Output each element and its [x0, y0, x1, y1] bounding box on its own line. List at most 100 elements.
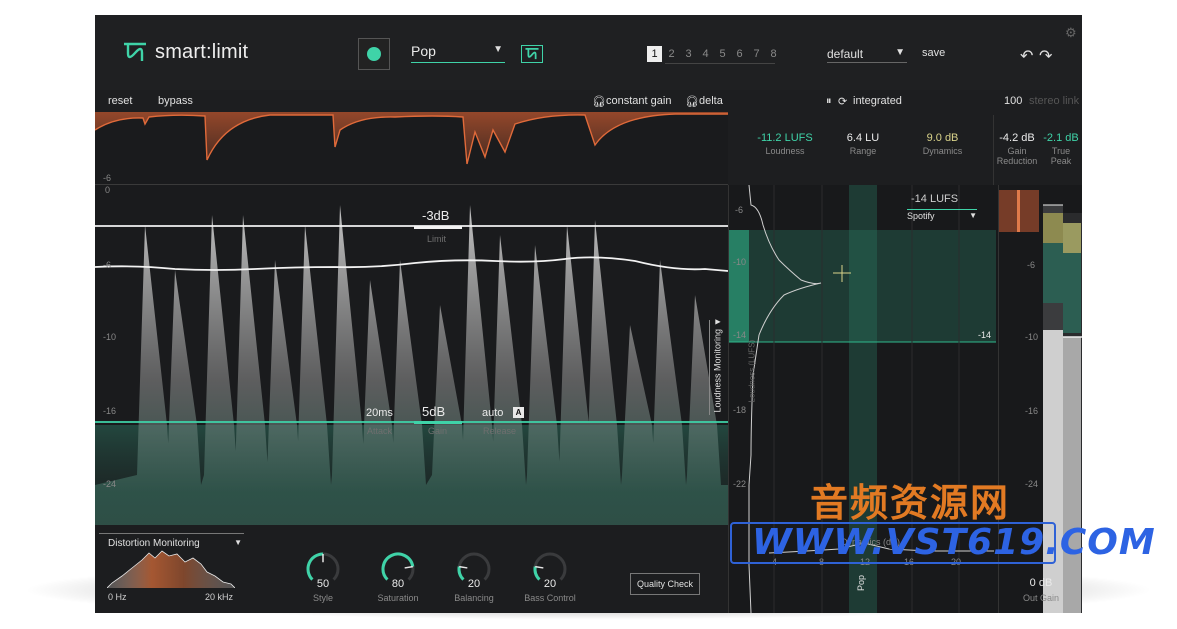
bass-control-label: Bass Control [524, 593, 576, 603]
limit-label: Limit [427, 234, 447, 244]
undo-icon[interactable]: ↶ [1020, 46, 1033, 66]
preset-slot-5[interactable]: 5 [715, 46, 730, 62]
metric-loudness-value: -11.2 LUFS [757, 132, 813, 144]
freq-high-label: 20 kHz [205, 592, 234, 602]
profile-learn-button[interactable] [521, 45, 543, 63]
metric-true-peak-value: -2.1 dB [1043, 132, 1079, 144]
limit-handle[interactable] [414, 226, 462, 229]
gain-reduction-curve [95, 112, 728, 165]
metric-gain-reduction-value: -4.2 dB [999, 132, 1035, 144]
metric-dynamics-label: Dynamics [922, 146, 963, 156]
power-button[interactable] [358, 38, 390, 70]
metric-range: 6.4 LU Range [828, 132, 898, 156]
preset-underline [665, 63, 775, 64]
stereo-link-label: stereo link [1029, 95, 1080, 107]
out-gain-label: Out Gain [1022, 593, 1060, 603]
preset-dropdown[interactable]: default ▼ [827, 47, 907, 63]
out-gain-value[interactable]: 0 dB [999, 577, 1082, 589]
metric-range-label: Range [849, 146, 877, 156]
loud-scale-22: -22 [733, 479, 747, 489]
chevron-down-icon: ▼ [493, 44, 503, 55]
profile-dropdown[interactable]: Pop ▼ [411, 43, 505, 63]
waveform-graph [95, 205, 729, 525]
release-auto-badge[interactable]: A [513, 407, 524, 418]
limit-value[interactable]: -3dB [422, 208, 449, 223]
preset-slot-4[interactable]: 4 [698, 46, 713, 62]
attack-label: Attack [367, 426, 393, 436]
wave-scale-24: -24 [103, 479, 117, 489]
metric-true-peak: -2.1 dB True Peak [1040, 132, 1082, 166]
saturation-label: Saturation [377, 593, 419, 603]
style-value: 50 [316, 578, 330, 590]
target-underline [907, 209, 977, 210]
pause-icon[interactable]: ⏸ [826, 95, 832, 108]
power-indicator-icon [367, 47, 381, 61]
metric-loudness-label: Loudness [765, 146, 805, 156]
save-button[interactable]: save [922, 47, 945, 59]
wave-scale-16: -16 [103, 406, 117, 416]
redo-icon[interactable]: ↷ [1039, 46, 1052, 66]
wave-scale-6: -6 [103, 260, 112, 270]
release-label: Release [483, 426, 517, 436]
metric-dynamics-value: 9.0 dB [926, 132, 959, 144]
metric-loudness: -11.2 LUFS Loudness [745, 132, 825, 156]
metric-gain-reduction: -4.2 dB Gain Reduction [994, 132, 1040, 166]
style-label: Style [312, 593, 333, 603]
target-marker-label: -14 [978, 330, 992, 340]
release-value[interactable]: auto [482, 407, 503, 419]
integrated-mode[interactable]: integrated [853, 95, 902, 107]
loud-scale-18: -18 [733, 405, 747, 415]
header-bar: smart:limit Pop ▼ 12345678 default ▼ sav… [95, 15, 1082, 90]
chevron-down-icon: ▼ [712, 317, 723, 327]
app-title: smart:limit [155, 41, 249, 63]
preset-slot-1[interactable]: 1 [647, 46, 662, 62]
quality-check-button[interactable]: Quality Check [630, 573, 700, 595]
preset-name: default [827, 47, 864, 61]
loudness-monitoring-tab[interactable]: Loudness Monitoring ▼ [709, 317, 723, 415]
preset-slot-2[interactable]: 2 [664, 46, 679, 62]
gain-reduction-history: -6 [95, 112, 728, 185]
genre-label: Pop [856, 575, 866, 592]
gain-label: Gain [428, 426, 448, 436]
constant-gain-toggle[interactable]: constant gain [606, 95, 671, 107]
preset-slot-8[interactable]: 8 [766, 46, 781, 62]
wave-scale-0: 0 [105, 185, 111, 195]
chevron-down-icon: ▼ [969, 211, 977, 220]
gain-value[interactable]: 5dB [422, 404, 445, 419]
gr-scale-label: -6 [103, 173, 112, 183]
loudness-monitoring-label: Loudness Monitoring [712, 328, 723, 413]
meter-scale-16: -16 [1025, 406, 1039, 416]
balancing-value: 20 [467, 578, 481, 590]
loudness-target-value[interactable]: -14 LUFS [911, 193, 958, 205]
reset-button[interactable]: reset [108, 95, 132, 107]
metric-gain-reduction-label: Gain Reduction [996, 146, 1038, 166]
platform-value: Spotify [907, 211, 935, 221]
meter-scale-6: -6 [1027, 260, 1036, 270]
metric-true-peak-label: True Peak [1050, 146, 1072, 166]
reset-loudness-icon[interactable]: ⟳ [838, 95, 847, 108]
gain-handle[interactable] [414, 421, 462, 424]
balancing-label: Balancing [454, 593, 494, 603]
preset-slot-3[interactable]: 3 [681, 46, 696, 62]
metric-range-value: 6.4 LU [846, 132, 880, 144]
loudness-axis-label: Loudness (LUFS) [747, 339, 757, 403]
profile-value: Pop [411, 43, 436, 59]
platform-dropdown[interactable]: Spotify ▼ [907, 211, 977, 221]
bypass-button[interactable]: bypass [158, 95, 193, 107]
freq-low-label: 0 Hz [108, 592, 127, 602]
sonible-logo-icon [124, 42, 146, 61]
distortion-spectrum [107, 550, 235, 588]
delta-toggle[interactable]: delta [699, 95, 723, 107]
headphones-icon: 🎧︎ [592, 96, 606, 108]
preset-slot-7[interactable]: 7 [749, 46, 764, 62]
metric-dynamics: 9.0 dB Dynamics [910, 132, 975, 156]
waveform-display[interactable]: 0 -6 -10 -16 -24 -3dB Limit 20ms Attack … [95, 185, 729, 525]
loud-scale-10: -10 [733, 257, 747, 267]
preset-slot-6[interactable]: 6 [732, 46, 747, 62]
meter-scale-24: -24 [1025, 479, 1039, 489]
watermark-cn: 音频资源网 [810, 481, 1011, 525]
stereo-link-value[interactable]: 100 [1004, 95, 1022, 107]
gear-icon[interactable]: ⚙ [1065, 25, 1077, 41]
meter-scale-10: -10 [1025, 332, 1039, 342]
attack-value[interactable]: 20ms [366, 407, 393, 419]
